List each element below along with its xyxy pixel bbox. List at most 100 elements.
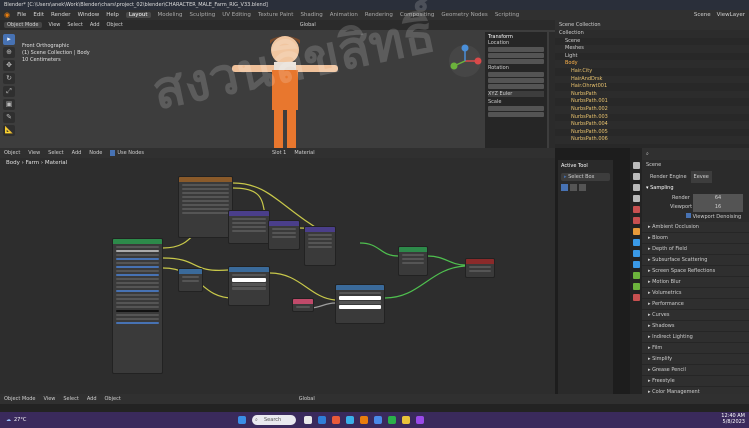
app-icon[interactable] [332, 416, 340, 424]
outliner-row[interactable]: Collection [555, 30, 749, 38]
section-volumetrics[interactable]: ▸ Volumetrics [642, 288, 749, 299]
render-engine-dropdown[interactable]: Eevee [690, 171, 712, 183]
viewport-samples-field[interactable]: 16 [693, 203, 743, 212]
particles-tab-icon[interactable] [633, 250, 640, 257]
scene-selector[interactable]: Scene [694, 12, 711, 18]
mode-extend-icon[interactable] [570, 184, 577, 191]
tab-sculpting[interactable]: Sculpting [190, 12, 216, 18]
menu-render[interactable]: Render [51, 12, 71, 18]
blender-taskbar-icon[interactable] [360, 416, 368, 424]
node-value[interactable] [178, 268, 203, 292]
node-image-texture[interactable] [335, 284, 385, 324]
rotation-y-field[interactable] [488, 78, 544, 83]
outliner-row[interactable]: Body [555, 60, 749, 68]
rotation-z-field[interactable] [488, 84, 544, 89]
view-layer-selector[interactable]: ViewLayer [717, 12, 745, 18]
shader-node-editor[interactable]: Object View Select Add Node Use Nodes Sl… [0, 148, 555, 394]
app-icon[interactable] [388, 416, 396, 424]
tab-texture-paint[interactable]: Texture Paint [258, 12, 294, 18]
outliner-row[interactable]: Light [555, 53, 749, 61]
menu-help[interactable]: Help [106, 12, 119, 18]
view-menu[interactable]: View [49, 22, 61, 28]
transform-tool[interactable]: ▣ [3, 99, 15, 110]
object-tab-icon[interactable] [633, 228, 640, 235]
scale-x-field[interactable] [488, 106, 544, 111]
blender-logo-icon[interactable]: ◉ [4, 11, 10, 19]
app-icon[interactable] [374, 416, 382, 424]
rotation-mode[interactable]: XYZ Euler [488, 91, 544, 97]
material-tab-icon[interactable] [633, 294, 640, 301]
node-texture-coordinate[interactable] [178, 176, 233, 238]
measure-tool[interactable]: 📐 [3, 125, 15, 136]
edge-icon[interactable] [346, 416, 354, 424]
modifier-tab-icon[interactable] [633, 239, 640, 246]
bottom-transform-orientation[interactable]: Global [299, 396, 315, 402]
constraints-tab-icon[interactable] [633, 272, 640, 279]
outliner-row[interactable]: NurbsPath.006 [555, 136, 749, 144]
view-layer-tab-icon[interactable] [633, 195, 640, 202]
outliner-row[interactable]: Meshes [555, 45, 749, 53]
menu-window[interactable]: Window [78, 12, 100, 18]
world-tab-icon[interactable] [633, 217, 640, 224]
outliner-row[interactable]: NurbsPath.005 [555, 129, 749, 137]
outliner-row[interactable]: Scene [555, 38, 749, 46]
checkbox-checked-icon[interactable] [686, 213, 691, 218]
output-tab-icon[interactable] [633, 184, 640, 191]
node-mapping[interactable] [228, 210, 270, 244]
rotate-tool[interactable]: ↻ [3, 73, 15, 84]
node-principled-bsdf[interactable] [112, 238, 163, 374]
tab-layout[interactable]: Layout [125, 12, 151, 18]
tab-shading[interactable]: Shading [300, 12, 322, 18]
section-curves[interactable]: ▸ Curves [642, 310, 749, 321]
outliner-row[interactable]: NurbsPath.004 [555, 121, 749, 129]
annotate-tool[interactable]: ✎ [3, 112, 15, 123]
tab-animation[interactable]: Animation [330, 12, 358, 18]
section-subsurface-scattering[interactable]: ▸ Subsurface Scattering [642, 255, 749, 266]
cursor-tool[interactable]: ⊕ [3, 47, 15, 58]
bottom-object-menu[interactable]: Object [105, 396, 121, 402]
section-freestyle[interactable]: ▸ Freestyle [642, 376, 749, 387]
outliner-row[interactable]: Hair.Ohrwt001 [555, 83, 749, 91]
bottom-select-menu[interactable]: Select [63, 396, 78, 402]
properties-search-row[interactable]: ⌕ [642, 148, 749, 160]
render-tab-icon[interactable] [633, 173, 640, 180]
node-mix-rgb[interactable] [304, 226, 336, 266]
physics-tab-icon[interactable] [633, 261, 640, 268]
node-bump[interactable] [292, 298, 314, 312]
tab-geometry-nodes[interactable]: Geometry Nodes [441, 12, 487, 18]
tool-tab-icon[interactable] [633, 162, 640, 169]
outliner-row[interactable]: NurbsPath.002 [555, 105, 749, 114]
outliner-row[interactable]: NurbsPath.003 [555, 114, 749, 122]
outliner-row[interactable]: Hair.City [555, 68, 749, 76]
node-noise-texture[interactable] [228, 266, 270, 306]
node-material-output[interactable] [465, 258, 495, 278]
node-shader-mix[interactable] [398, 246, 428, 276]
menu-edit[interactable]: Edit [33, 12, 44, 18]
move-tool[interactable]: ✥ [3, 60, 15, 71]
node-color-ramp[interactable] [268, 220, 300, 250]
system-clock[interactable]: 12:40 AM 5/8/2023 [721, 413, 745, 425]
add-menu[interactable]: Add [90, 22, 100, 28]
data-tab-icon[interactable] [633, 283, 640, 290]
bottom-add-menu[interactable]: Add [87, 396, 97, 402]
location-x-field[interactable] [488, 47, 544, 52]
task-view-icon[interactable] [304, 416, 312, 424]
section-grease-pencil[interactable]: ▸ Grease Pencil [642, 365, 749, 376]
select-box-tool[interactable]: ▸ [3, 34, 15, 45]
bottom-view-menu[interactable]: View [44, 396, 56, 402]
tab-rendering[interactable]: Rendering [365, 12, 393, 18]
section-shadows[interactable]: ▸ Shadows [642, 321, 749, 332]
section-indirect-lighting[interactable]: ▸ Indirect Lighting [642, 332, 749, 343]
object-menu[interactable]: Object [107, 22, 123, 28]
select-mode-buttons[interactable] [561, 184, 610, 191]
tab-scripting[interactable]: Scripting [495, 12, 519, 18]
section-bloom[interactable]: ▸ Bloom [642, 233, 749, 244]
mode-subtract-icon[interactable] [579, 184, 586, 191]
start-button-icon[interactable] [238, 416, 246, 424]
tab-modeling[interactable]: Modeling [158, 12, 183, 18]
scale-y-field[interactable] [488, 112, 544, 117]
app-icon[interactable] [402, 416, 410, 424]
outliner-row[interactable]: NurbsPath.001 [555, 98, 749, 106]
object-mode-dropdown[interactable]: Object Mode [4, 22, 42, 28]
3d-viewport[interactable]: Object Mode View Select Add Object Globa… [0, 20, 555, 148]
